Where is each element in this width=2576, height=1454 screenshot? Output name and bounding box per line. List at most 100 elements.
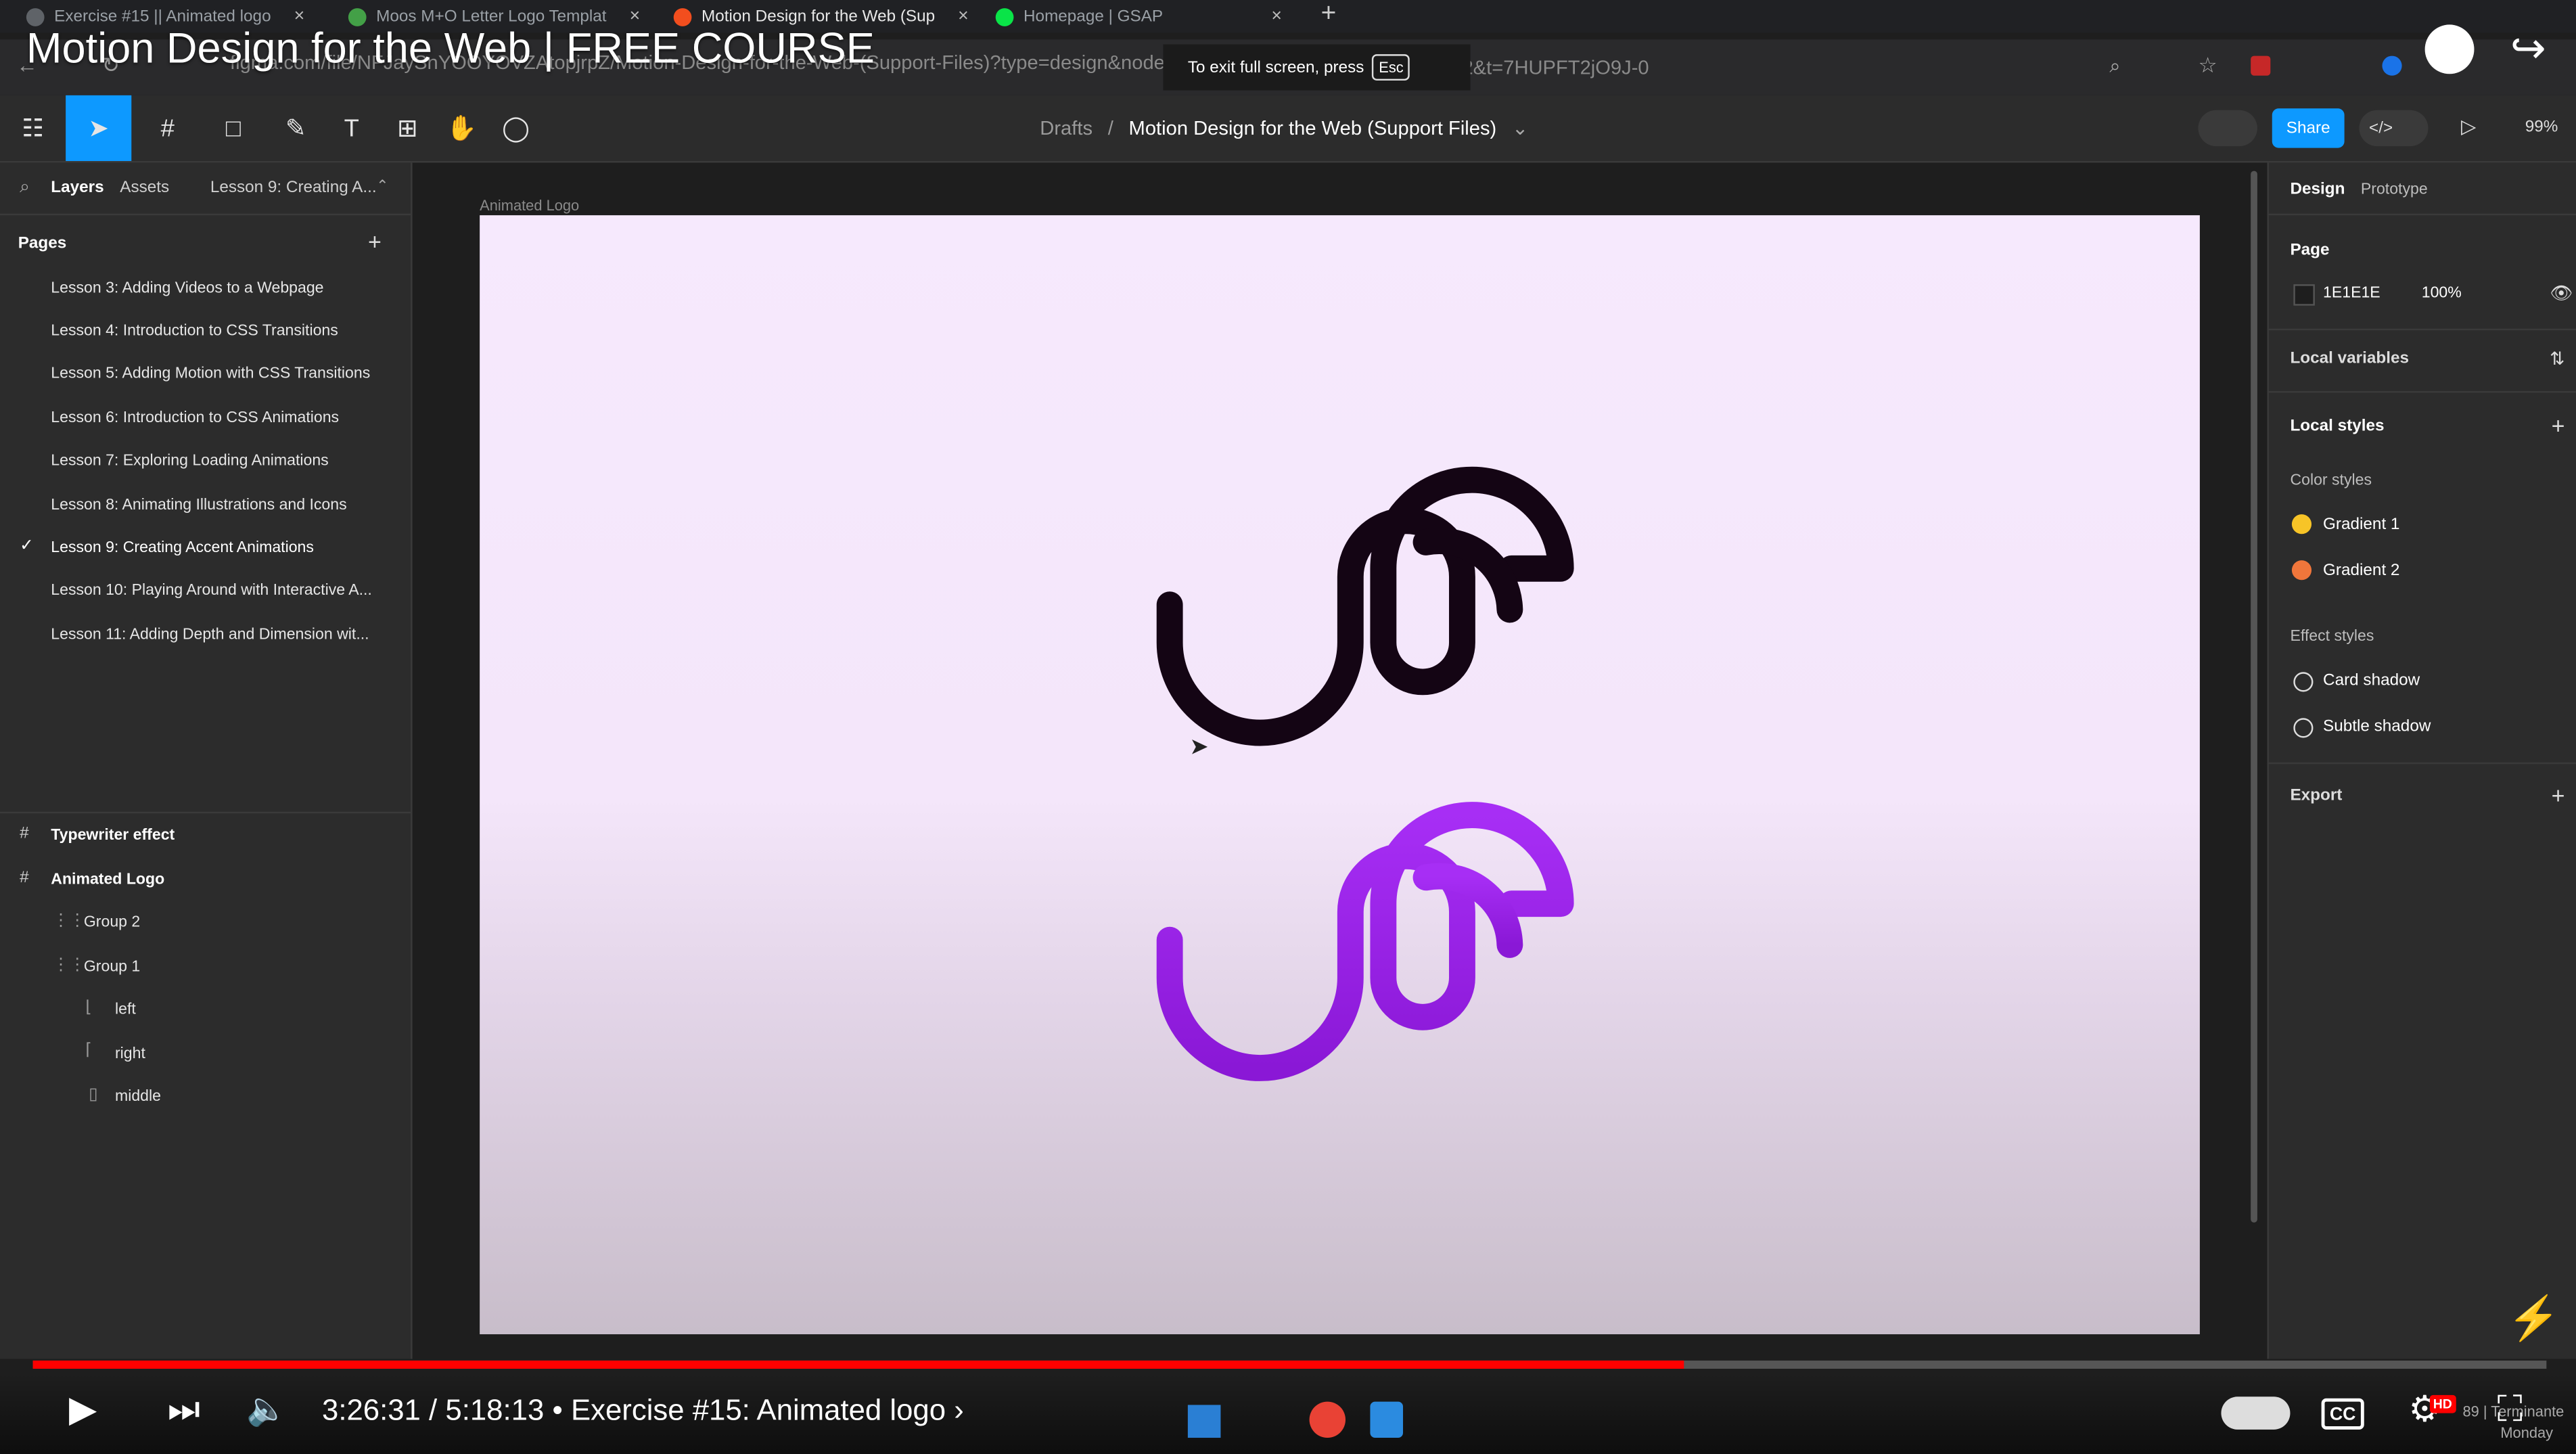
layer-frame[interactable]: Animated Logo — [51, 871, 164, 889]
gradient-swatch-icon — [2291, 514, 2312, 535]
page-item[interactable]: Lesson 4: Introduction to CSS Transition… — [51, 322, 338, 340]
layer-vector[interactable]: left — [115, 1001, 136, 1019]
local-variables-label[interactable]: Local variables — [2290, 350, 2409, 368]
share-button[interactable]: Share — [2272, 108, 2345, 148]
video-title[interactable]: Motion Design for the Web | FREE COURSE — [26, 23, 875, 74]
star-icon[interactable]: ☆ — [2198, 53, 2217, 79]
add-page-icon[interactable]: + — [368, 229, 382, 255]
next-icon[interactable]: ⏭ — [168, 1388, 200, 1431]
search-icon[interactable]: ⌕ — [2109, 54, 2120, 78]
color-style-item[interactable]: Gradient 2 — [2323, 562, 2399, 581]
sliders-icon[interactable]: ⇅ — [2550, 348, 2564, 369]
current-page-selector[interactable]: Lesson 9: Creating A... — [210, 179, 377, 198]
tab-layers[interactable]: Layers — [51, 179, 104, 198]
hd-badge: HD — [2429, 1394, 2456, 1413]
chevron-up-icon[interactable]: ⌃ — [376, 177, 388, 196]
divider — [2267, 328, 2576, 331]
text-tool-icon[interactable]: T — [322, 95, 381, 161]
main-menu-icon[interactable]: ☷ — [3, 95, 62, 161]
vector-icon: ▯ — [89, 1086, 98, 1105]
chevron-down-icon[interactable]: ⌄ — [1512, 116, 1528, 139]
design-panel — [2267, 162, 2576, 1359]
breadcrumb-root[interactable]: Drafts — [1040, 116, 1092, 139]
page-item[interactable]: Lesson 3: Adding Videos to a Webpage — [51, 279, 323, 298]
chapter-title[interactable]: Exercise #15: Animated logo — [571, 1393, 946, 1426]
move-tool-icon[interactable]: ➤ — [66, 95, 132, 162]
multiplayer-avatar[interactable] — [2198, 110, 2257, 147]
export-label[interactable]: Export — [2290, 787, 2342, 805]
effect-styles-heading: Effect styles — [2290, 627, 2374, 646]
video-frame: Exercise #15 || Animated logo × Moos M+O… — [0, 0, 2576, 1454]
vscode-icon[interactable] — [1370, 1401, 1404, 1438]
vector-icon: ⌈ — [85, 1041, 92, 1060]
local-styles-heading: Local styles — [2290, 417, 2385, 436]
page-item[interactable]: Lesson 6: Introduction to CSS Animations — [51, 409, 339, 428]
page-item[interactable]: Lesson 8: Animating Illustrations and Ic… — [51, 496, 346, 514]
checkmark-icon: ✓ — [20, 537, 34, 555]
page-item[interactable]: Lesson 5: Adding Motion with CSS Transit… — [51, 365, 370, 383]
zoom-level[interactable]: 99% — [2525, 118, 2558, 137]
close-icon[interactable]: × — [1271, 7, 1282, 26]
duration: 5:18:13 — [445, 1393, 545, 1427]
extension-icon[interactable] — [2382, 55, 2402, 76]
close-icon[interactable]: × — [958, 7, 969, 26]
page-item[interactable]: Lesson 7: Exploring Loading Animations — [51, 452, 328, 470]
shadow-icon — [2293, 718, 2314, 738]
add-export-icon[interactable]: + — [2552, 782, 2565, 809]
chapter-bullet: • — [552, 1393, 563, 1427]
new-tab-icon[interactable]: + — [1321, 0, 1337, 30]
frame-tool-icon[interactable]: # — [138, 95, 197, 161]
layer-vector[interactable]: right — [115, 1045, 145, 1064]
pen-tool-icon[interactable]: ✎ — [266, 95, 325, 161]
file-name[interactable]: Motion Design for the Web (Support Files… — [1129, 116, 1497, 139]
shape-tool-icon[interactable]: □ — [204, 95, 262, 161]
page-item-selected[interactable]: Lesson 9: Creating Accent Animations — [51, 539, 314, 558]
autoplay-toggle[interactable] — [2221, 1396, 2291, 1430]
chevron-right-icon[interactable]: › — [954, 1393, 964, 1426]
page-item[interactable]: Lesson 11: Adding Depth and Dimension wi… — [51, 626, 369, 644]
layer-frame[interactable]: Typewriter effect — [51, 827, 175, 845]
hand-tool-icon[interactable]: ✋ — [432, 95, 491, 161]
present-icon[interactable]: ▷ — [2461, 115, 2476, 138]
effect-style-item[interactable]: Subtle shadow — [2323, 718, 2431, 736]
layer-group[interactable]: Group 1 — [84, 958, 140, 976]
page-section-heading: Page — [2290, 242, 2330, 260]
volume-icon[interactable]: 🔈 — [246, 1388, 287, 1430]
eye-icon[interactable]: 👁 — [2550, 283, 2573, 304]
breadcrumb-separator: / — [1107, 116, 1113, 140]
share-arrow-icon[interactable]: ↪ — [2510, 23, 2546, 74]
watch-later-icon[interactable] — [2424, 24, 2475, 74]
gsap-icon — [995, 7, 1014, 26]
frame-icon: # — [20, 869, 29, 888]
canvas-scrollbar[interactable] — [2251, 171, 2257, 1223]
color-styles-heading: Color styles — [2290, 472, 2372, 490]
dev-mode-toggle[interactable]: </> — [2359, 110, 2429, 147]
page-opacity[interactable]: 100% — [2422, 284, 2462, 302]
comment-tool-icon[interactable]: ◯ — [486, 95, 545, 161]
add-style-icon[interactable]: + — [2552, 413, 2565, 439]
tab-design[interactable]: Design — [2290, 181, 2345, 199]
extension-icon[interactable] — [2251, 55, 2271, 76]
frame-label[interactable]: Animated Logo — [480, 197, 579, 213]
captions-icon[interactable]: CC — [2321, 1398, 2364, 1430]
search-icon[interactable]: ⌕ — [20, 177, 30, 199]
chrome-icon[interactable] — [1309, 1401, 1346, 1438]
layer-vector[interactable]: middle — [115, 1088, 161, 1106]
exit-fullscreen-icon[interactable]: ⛶ — [2497, 1388, 2522, 1431]
page-color-hex[interactable]: 1E1E1E — [2323, 284, 2380, 302]
tab-assets[interactable]: Assets — [120, 179, 169, 198]
effect-style-item[interactable]: Card shadow — [2323, 672, 2420, 690]
page-color-swatch[interactable] — [2293, 284, 2315, 306]
time-separator: / — [429, 1393, 438, 1427]
tab-prototype[interactable]: Prototype — [2361, 181, 2428, 199]
browser-tab[interactable]: Homepage | GSAP × — [995, 0, 1282, 33]
resources-icon[interactable]: ⊞ — [378, 95, 437, 161]
page-item[interactable]: Lesson 10: Playing Around with Interacti… — [51, 582, 372, 600]
play-icon[interactable]: ▶ — [69, 1388, 97, 1431]
layer-group[interactable]: Group 2 — [84, 913, 140, 932]
windows-start-icon[interactable] — [1187, 1405, 1221, 1438]
color-style-item[interactable]: Gradient 1 — [2323, 516, 2399, 535]
breadcrumb[interactable]: Drafts / Motion Design for the Web (Supp… — [1040, 116, 1528, 139]
frame-icon: # — [20, 825, 29, 843]
divider — [0, 811, 411, 814]
